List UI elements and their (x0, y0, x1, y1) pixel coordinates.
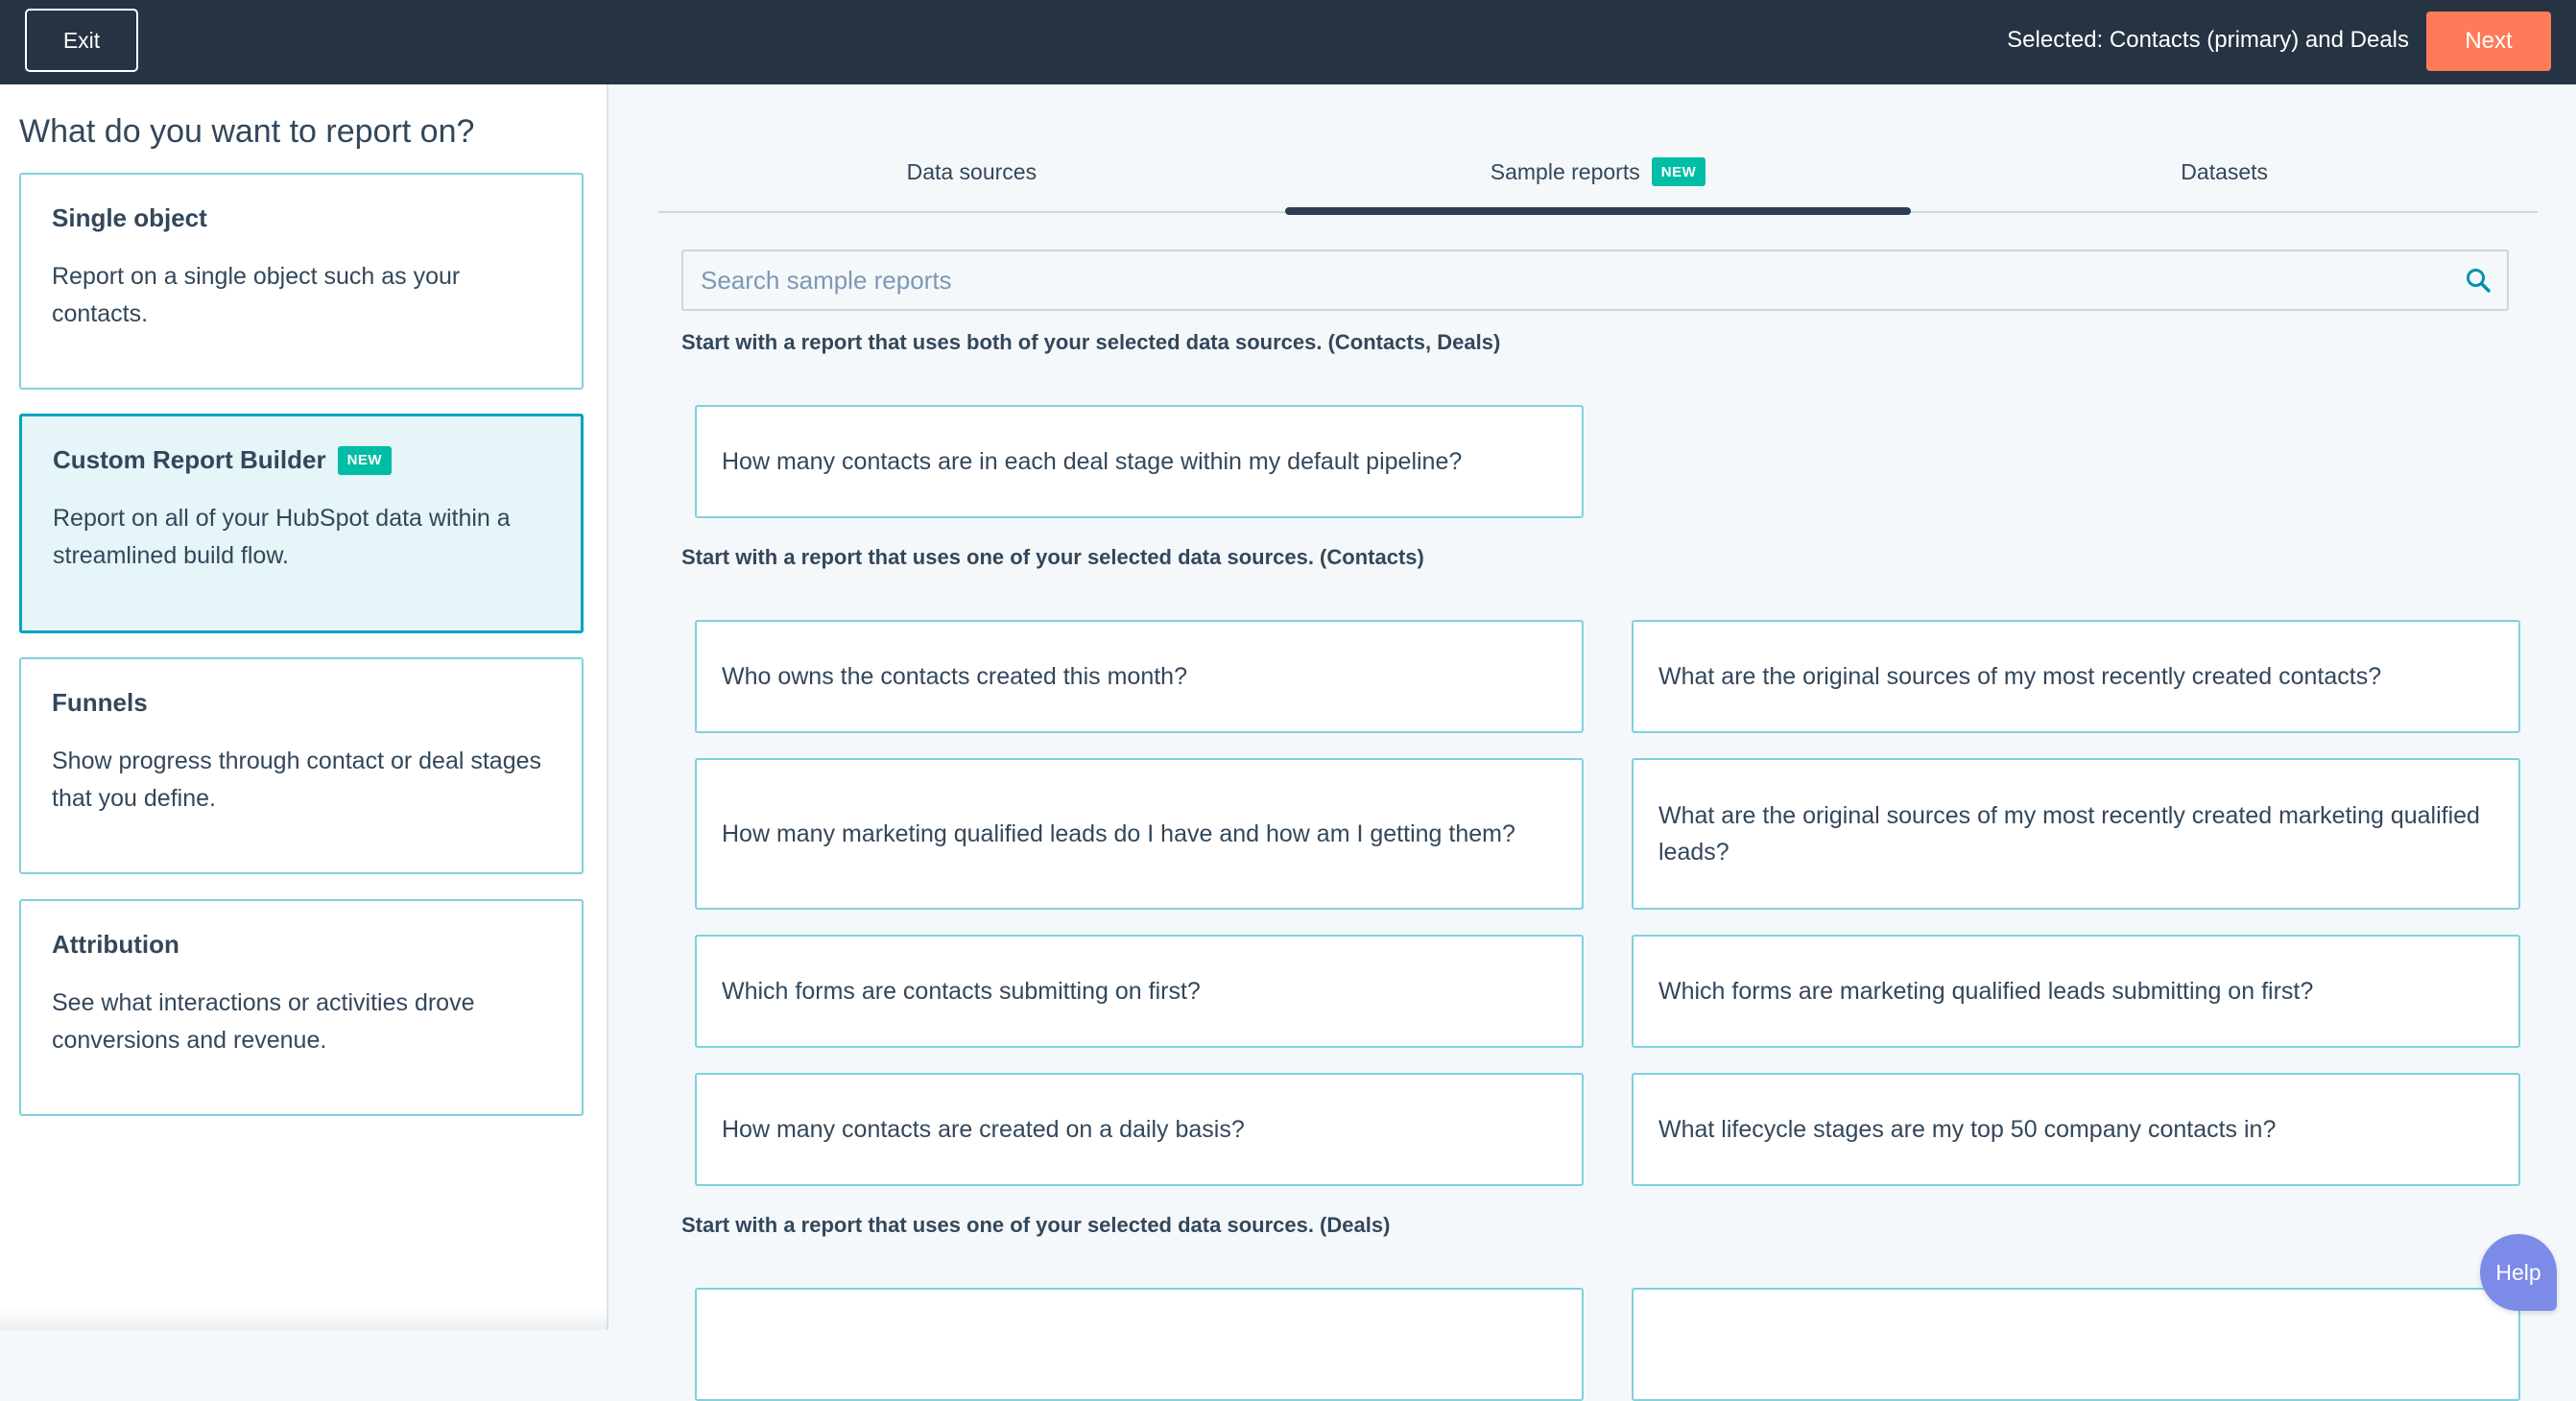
panel-title: What do you want to report on? (19, 113, 475, 150)
option-title: Funnels (52, 688, 551, 718)
report-card[interactable]: What are the original sources of my most… (1632, 758, 2520, 910)
tab-label: Sample reports (1490, 159, 1640, 184)
option-title-text: Custom Report Builder (53, 445, 326, 474)
option-funnels[interactable]: Funnels Show progress through contact or… (19, 657, 584, 874)
selected-sources-text: Selected: Contacts (primary) and Deals (2007, 27, 2409, 53)
section-label-both-sources: Start with a report that uses both of yo… (681, 330, 1501, 354)
report-card[interactable]: Which forms are marketing qualified lead… (1632, 935, 2520, 1048)
option-custom-report-builder[interactable]: Custom Report Builder NEW Report on all … (19, 414, 584, 633)
report-card[interactable]: How many contacts are in each deal stage… (695, 405, 1584, 518)
report-card-text: How many contacts are created on a daily… (722, 1116, 1245, 1143)
report-card-text: Which forms are marketing qualified lead… (1658, 978, 2314, 1005)
report-card-text: What are the original sources of my most… (1658, 663, 2382, 690)
tab-label: Data sources (906, 159, 1038, 184)
option-title-text: Funnels (52, 688, 148, 717)
option-title-text: Attribution (52, 930, 179, 959)
report-card[interactable]: Which forms are contacts submitting on f… (695, 935, 1584, 1048)
option-single-object[interactable]: Single object Report on a single object … (19, 173, 584, 390)
report-card[interactable]: How many contacts are created on a daily… (695, 1073, 1584, 1186)
section-label-deals: Start with a report that uses one of you… (681, 1213, 1391, 1237)
report-card-text: Which forms are contacts submitting on f… (722, 978, 1201, 1005)
tab-data-sources[interactable]: Data sources (658, 154, 1285, 211)
sample-reports-panel: Data sources Sample reports NEW Datasets… (610, 84, 2576, 1401)
report-card[interactable]: How many marketing qualified leads do I … (695, 758, 1584, 910)
top-bar: Exit Selected: Contacts (primary) and De… (0, 0, 2576, 84)
panel-bottom-shadow (0, 1307, 608, 1330)
search-field (681, 249, 2509, 311)
report-card-text: How many contacts are in each deal stage… (722, 448, 1463, 475)
option-title-text: Single object (52, 203, 207, 232)
report-type-panel: What do you want to report on? Single ob… (0, 84, 608, 1330)
new-badge: NEW (337, 445, 393, 475)
new-badge: NEW (1651, 157, 1706, 186)
report-card-text: Who owns the contacts created this month… (722, 663, 1187, 690)
tab-sample-reports[interactable]: Sample reports NEW (1284, 154, 1912, 215)
tab-datasets[interactable]: Datasets (1911, 154, 2538, 211)
option-title: Custom Report Builder NEW (53, 445, 550, 475)
report-card[interactable] (695, 1288, 1584, 1401)
report-card-text: How many marketing qualified leads do I … (722, 820, 1515, 847)
report-card[interactable]: Who owns the contacts created this month… (695, 620, 1584, 733)
section-label-contacts: Start with a report that uses one of you… (681, 545, 1424, 569)
option-description: See what interactions or activities drov… (52, 989, 475, 1054)
search-icon[interactable] (2449, 251, 2507, 309)
next-button[interactable]: Next (2426, 12, 2551, 71)
source-tabs: Data sources Sample reports NEW Datasets (658, 154, 2538, 215)
option-description: Show progress through contact or deal st… (52, 748, 542, 812)
option-attribution[interactable]: Attribution See what interactions or act… (19, 899, 584, 1116)
option-title: Attribution (52, 930, 551, 960)
option-title: Single object (52, 203, 551, 233)
option-description: Report on all of your HubSpot data withi… (53, 505, 511, 569)
report-card[interactable] (1632, 1288, 2520, 1401)
help-button[interactable]: Help (2480, 1234, 2557, 1311)
report-card-text: What are the original sources of my most… (1658, 802, 2480, 866)
tab-label: Datasets (2181, 159, 2269, 184)
exit-button[interactable]: Exit (25, 9, 138, 72)
report-card-text: What lifecycle stages are my top 50 comp… (1658, 1116, 2277, 1143)
report-card[interactable]: What are the original sources of my most… (1632, 620, 2520, 733)
report-card[interactable]: What lifecycle stages are my top 50 comp… (1632, 1073, 2520, 1186)
option-description: Report on a single object such as your c… (52, 263, 461, 327)
search-input[interactable] (683, 251, 2449, 309)
